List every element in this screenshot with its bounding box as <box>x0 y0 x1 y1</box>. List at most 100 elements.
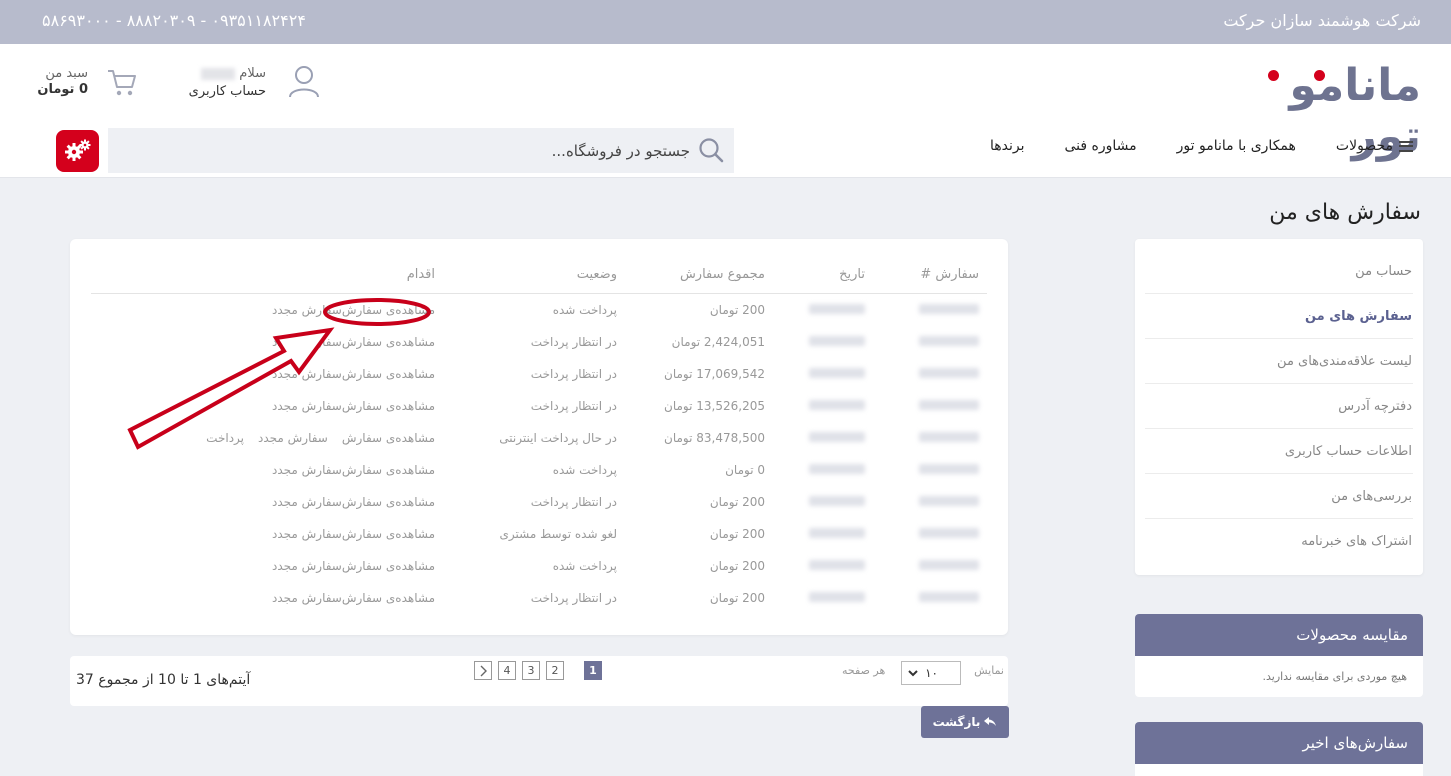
sidebar-item-my-account[interactable]: حساب من <box>1145 249 1413 294</box>
order-actions: مشاهده‌ی سفارشسفارش مجدد <box>272 399 435 413</box>
pagination-bar: آیتم‌های 1 تا 10 از مجموع 37 4 3 2 1 نما… <box>70 656 1008 706</box>
order-status: در انتظار پرداخت <box>530 367 617 381</box>
order-number <box>919 591 979 605</box>
page-1-button[interactable]: 1 <box>584 661 602 680</box>
reorder-link[interactable]: سفارش مجدد <box>272 399 342 413</box>
sidebar-item-wishlist[interactable]: لیست علاقه‌مندی‌های من <box>1145 339 1413 384</box>
page-3-button[interactable]: 3 <box>522 661 540 680</box>
back-button[interactable]: بازگشت <box>921 706 1009 738</box>
order-actions: مشاهده‌ی سفارشسفارش مجدد <box>272 559 435 573</box>
orders-table: سفارش # تاریخ مجموع سفارش وضعیت اقدام 20… <box>70 239 1008 635</box>
search-box <box>108 128 734 173</box>
search-icon[interactable] <box>698 137 724 163</box>
view-order-link[interactable]: مشاهده‌ی سفارش <box>342 463 435 477</box>
order-date <box>809 527 865 541</box>
reorder-link[interactable]: سفارش مجدد <box>272 559 342 573</box>
gears-icon <box>64 139 90 161</box>
sidebar-item-address-book[interactable]: دفترچه آدرس <box>1145 384 1413 429</box>
view-order-link[interactable]: مشاهده‌ی سفارش <box>342 335 435 349</box>
order-number <box>919 431 979 445</box>
header-action: اقدام <box>406 267 435 282</box>
view-order-link[interactable]: مشاهده‌ی سفارش <box>342 431 435 445</box>
order-number <box>919 303 979 317</box>
cart-label: سبد من <box>45 66 88 81</box>
per-page-select[interactable]: ۱۰ <box>901 661 961 685</box>
page-2-button[interactable]: 2 <box>546 661 564 680</box>
header-status: وضعیت <box>576 267 617 282</box>
sidebar-item-newsletter[interactable]: اشتراک های خبرنامه <box>1145 519 1413 564</box>
table-row: 2,424,051 تومان در انتظار پرداخت مشاهده‌ی … <box>91 327 987 359</box>
back-arrow-icon <box>984 717 997 726</box>
phone-numbers: ۵۸۶۹۳۰۰۰ - ۸۸۸۲۰۳۰۹ - ۰۹۳۵۱۱۸۲۴۲۴ <box>42 11 306 30</box>
items-summary: آیتم‌های 1 تا 10 از مجموع 37 <box>76 672 251 688</box>
reorder-link[interactable]: سفارش مجدد <box>272 463 342 477</box>
sidebar-item-account-info[interactable]: اطلاعات حساب کاربری <box>1145 429 1413 474</box>
view-order-link[interactable]: مشاهده‌ی سفارش <box>342 495 435 509</box>
header-order-number: سفارش # <box>920 267 979 282</box>
company-name: شرکت هوشمند سازان حرکت <box>1223 11 1421 30</box>
order-number <box>919 367 979 381</box>
user-account[interactable]: سلام حساب کاربری <box>136 64 321 104</box>
technical-search-button[interactable] <box>56 130 99 172</box>
account-label: حساب کاربری <box>188 84 266 99</box>
order-total: 0 تومان <box>725 463 765 477</box>
search-input[interactable] <box>130 128 690 173</box>
reorder-link[interactable]: سفارش مجدد <box>272 495 342 509</box>
reorder-link[interactable]: سفارش مجدد <box>272 303 342 317</box>
compare-panel-title: مقایسه محصولات <box>1135 614 1423 656</box>
view-order-link[interactable]: مشاهده‌ی سفارش <box>342 367 435 381</box>
site-header: مانامو تور سلام حساب کاربری سبد من 0 توم… <box>0 44 1451 178</box>
cart-icon <box>108 70 136 96</box>
nav-consulting[interactable]: مشاوره فنی <box>1065 138 1137 154</box>
account-sidebar: حساب من سفارش های من لیست علاقه‌مندی‌های… <box>1135 239 1423 575</box>
compare-panel-body: هیچ موردی برای مقایسه ندارید. <box>1262 670 1407 683</box>
reorder-link[interactable]: سفارش مجدد <box>272 527 342 541</box>
order-actions: مشاهده‌ی سفارشسفارش مجدد <box>272 303 435 317</box>
order-total: 2,424,051 تومان <box>671 335 765 349</box>
order-date <box>809 495 865 509</box>
view-order-link[interactable]: مشاهده‌ی سفارش <box>342 303 435 317</box>
order-date <box>809 431 865 445</box>
pay-link[interactable]: پرداخت <box>206 431 244 445</box>
order-number <box>919 527 979 541</box>
reorder-link[interactable]: سفارش مجدد <box>258 431 328 445</box>
reorder-link[interactable]: سفارش مجدد <box>272 591 342 605</box>
order-status: پرداخت شده <box>552 559 617 573</box>
view-order-link[interactable]: مشاهده‌ی سفارش <box>342 559 435 573</box>
next-page-button[interactable] <box>474 661 492 680</box>
order-total: 83,478,500 تومان <box>664 431 765 445</box>
nav-products[interactable]: محصولات <box>1336 138 1413 154</box>
order-total: 200 تومان <box>709 495 765 509</box>
nav-brands[interactable]: برندها <box>990 138 1025 154</box>
view-order-link[interactable]: مشاهده‌ی سفارش <box>342 399 435 413</box>
per-page-value: ۱۰ <box>925 666 938 680</box>
sidebar-item-reviews[interactable]: بررسی‌های من <box>1145 474 1413 519</box>
order-number <box>919 559 979 573</box>
order-status: لغو شده توسط مشتری <box>499 527 617 541</box>
mini-cart[interactable]: سبد من 0 تومان <box>37 64 140 104</box>
table-row: 200 تومان در انتظار پرداخت مشاهده‌ی سفارشس… <box>91 583 987 615</box>
table-row: 200 تومان لغو شده توسط مشتری مشاهده‌ی سفار… <box>91 519 987 551</box>
table-row: 200 تومان پرداخت شده مشاهده‌ی سفارشسفارش م… <box>91 551 987 583</box>
order-date <box>809 591 865 605</box>
view-order-link[interactable]: مشاهده‌ی سفارش <box>342 591 435 605</box>
page-4-button[interactable]: 4 <box>498 661 516 680</box>
nav-cooperation[interactable]: همکاری با مانامو تور <box>1177 138 1296 154</box>
order-actions: مشاهده‌ی سفارشسفارش مجدد <box>272 591 435 605</box>
chevron-down-icon <box>908 670 918 677</box>
view-order-link[interactable]: مشاهده‌ی سفارش <box>342 527 435 541</box>
menu-icon <box>1399 140 1413 152</box>
reorder-link[interactable]: سفارش مجدد <box>272 367 342 381</box>
site-logo[interactable]: مانامو تور <box>1211 60 1421 162</box>
order-actions: مشاهده‌ی سفارشسفارش مجدد <box>272 335 435 349</box>
header-total: مجموع سفارش <box>679 267 765 282</box>
top-bar: شرکت هوشمند سازان حرکت ۵۸۶۹۳۰۰۰ - ۸۸۸۲۰۳… <box>0 0 1451 44</box>
table-row: 200 تومان در انتظار پرداخت مشاهده‌ی سفارشس… <box>91 487 987 519</box>
order-actions: مشاهده‌ی سفارشسفارش مجدد <box>272 367 435 381</box>
order-status: در حال پرداخت اینترنتی <box>499 431 617 445</box>
order-total: 17,069,542 تومان <box>664 367 765 381</box>
order-actions: مشاهده‌ی سفارشسفارش مجدد <box>272 463 435 477</box>
order-date <box>809 463 865 477</box>
sidebar-item-my-orders[interactable]: سفارش های من <box>1145 294 1413 339</box>
reorder-link[interactable]: سفارش مجدد <box>272 335 342 349</box>
